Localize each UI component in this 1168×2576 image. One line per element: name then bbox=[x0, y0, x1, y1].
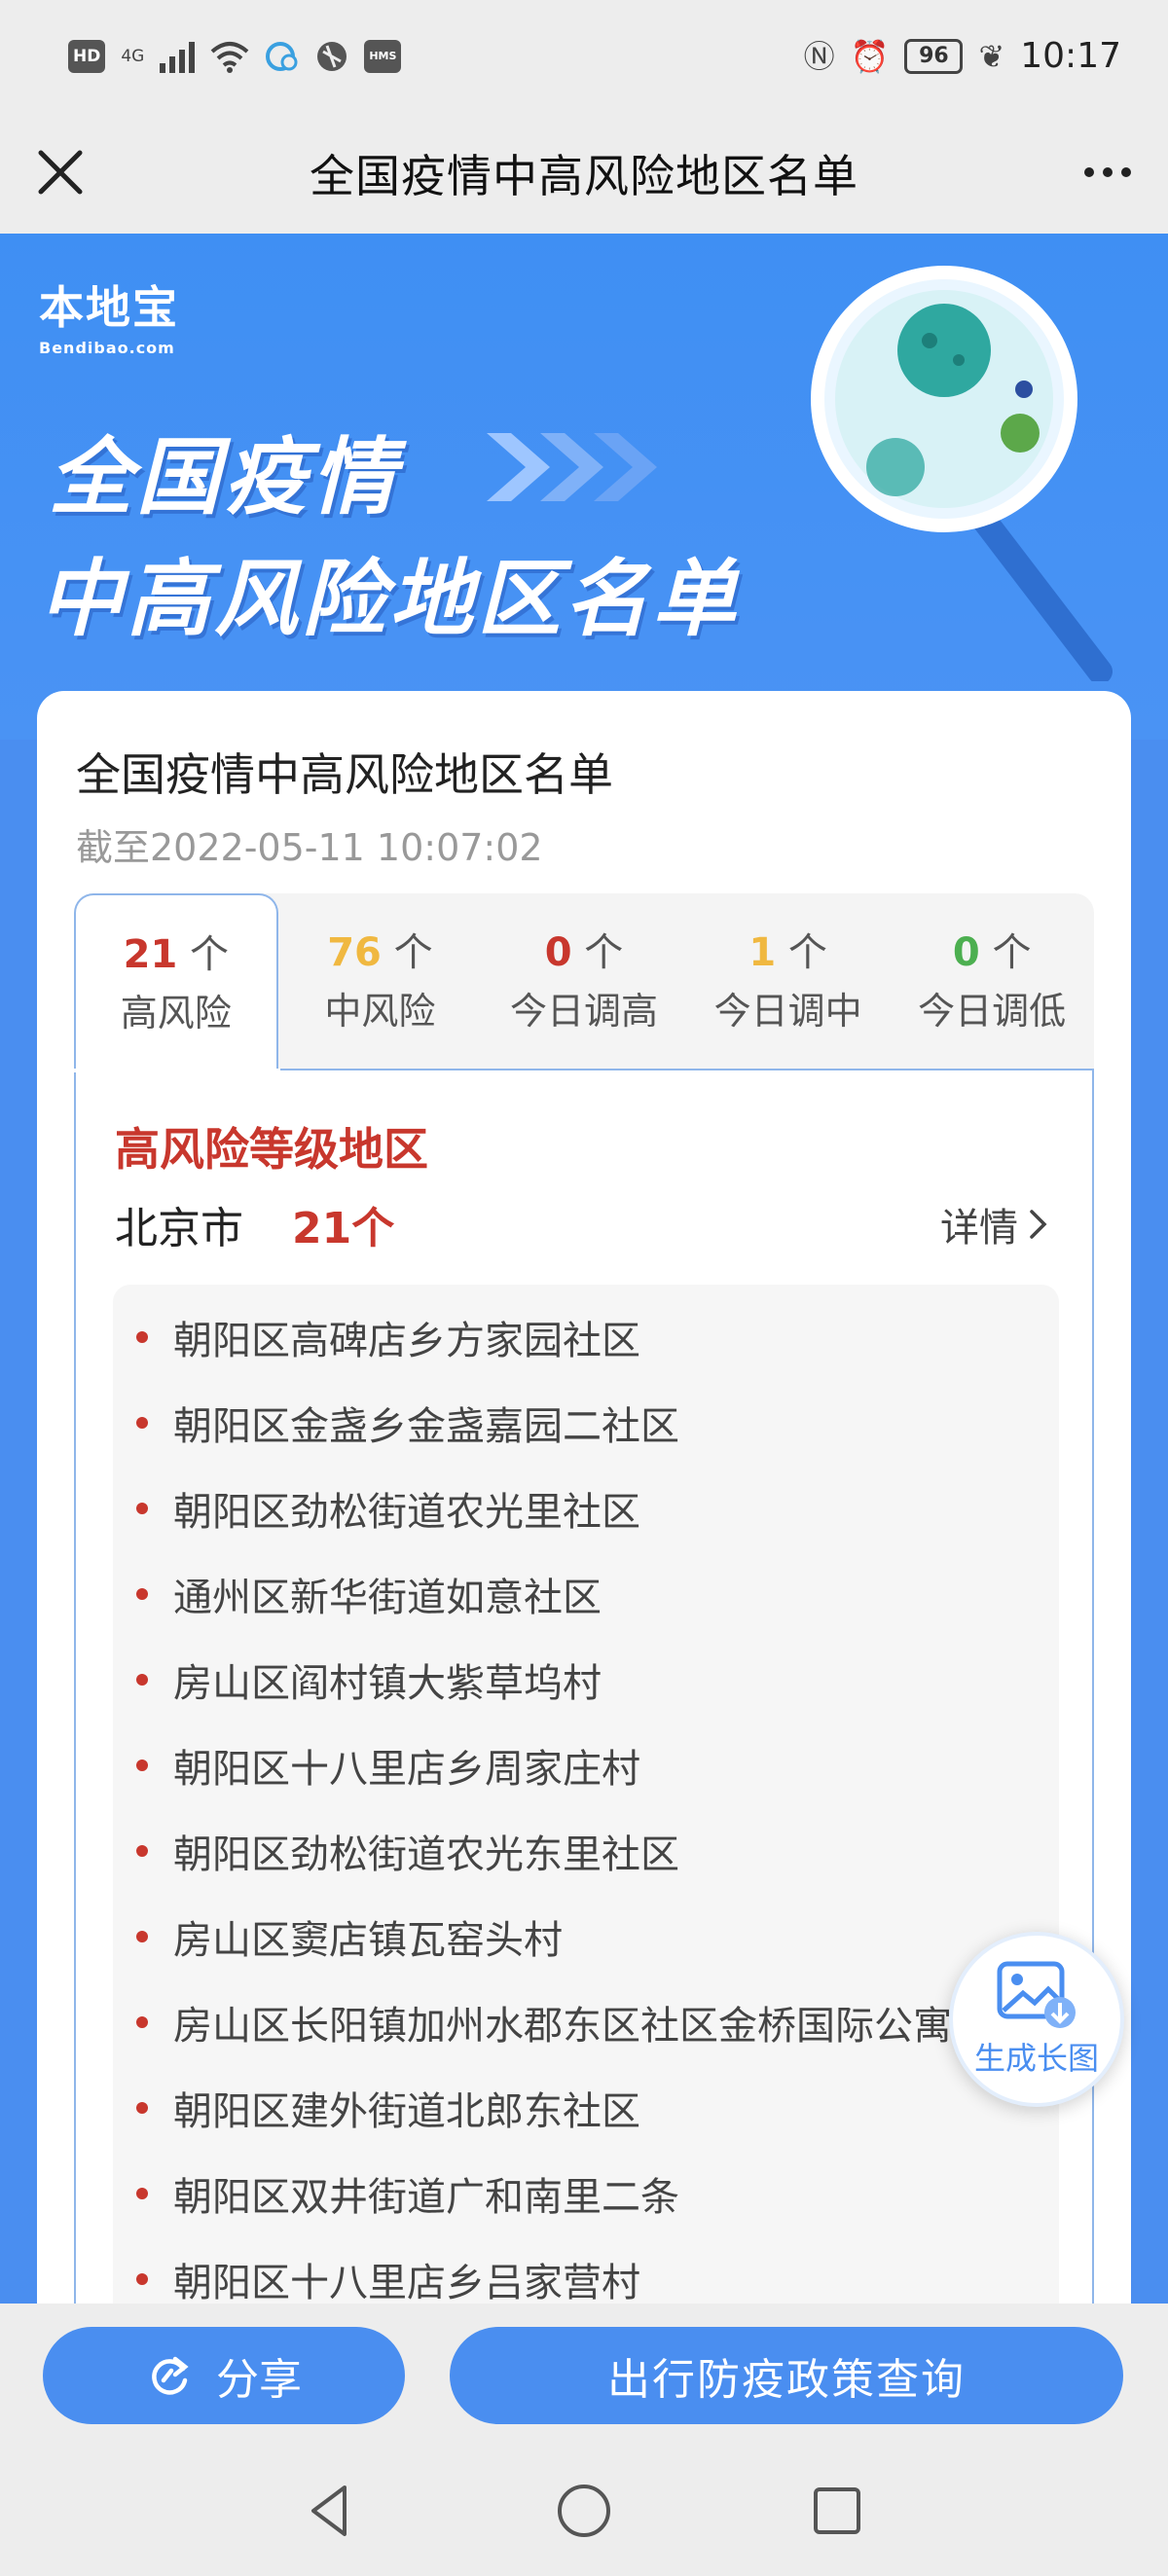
banner: 本地宝 Bendibao.com 全国疫情 中高风险地区名单 bbox=[0, 234, 1168, 740]
list-item: 房山区长阳镇加州水郡东区社区金桥国际公寓 bbox=[113, 1979, 1059, 2065]
status-right: Ⓝ ⏰ 96 ❦ 10:17 bbox=[804, 36, 1121, 76]
list-item: 房山区窦店镇瓦窑头村 bbox=[113, 1894, 1059, 1979]
list-item: 通州区新华街道如意社区 bbox=[113, 1551, 1059, 1637]
recents-nav-icon[interactable] bbox=[808, 2482, 866, 2540]
nfc-icon: Ⓝ bbox=[803, 37, 835, 75]
travel-policy-button[interactable]: 出行防疫政策查询 bbox=[450, 2327, 1123, 2424]
hms-icon: HMS bbox=[364, 39, 402, 73]
level-title: 高风险等级地区 bbox=[115, 1123, 428, 1176]
list-item: 朝阳区高碑店乡方家园社区 bbox=[113, 1294, 1059, 1380]
more-options-icon[interactable] bbox=[1077, 141, 1139, 203]
list-item: 朝阳区劲松街道农光东里社区 bbox=[113, 1808, 1059, 1894]
update-time: 截至2022-05-11 10:07:02 bbox=[76, 826, 543, 869]
banner-headline-2: 中高风险地区名单 bbox=[39, 551, 740, 648]
battery-icon: 96 bbox=[904, 38, 964, 74]
city-name: 北京市 bbox=[115, 1204, 243, 1253]
tab-medium-risk[interactable]: 76 个 中风险 bbox=[278, 893, 483, 1070]
list-item: 朝阳区十八里店乡吕家营村 bbox=[113, 2236, 1059, 2304]
chevrons-decoration-icon bbox=[487, 433, 657, 501]
leaf-icon: ❦ bbox=[978, 37, 1005, 75]
details-link[interactable]: 详情 bbox=[940, 1195, 1049, 1253]
share-button[interactable]: 分享 bbox=[43, 2327, 405, 2424]
hd-badge: HD bbox=[68, 39, 106, 73]
city-count: 21个 bbox=[292, 1204, 395, 1253]
share-label: 分享 bbox=[216, 2355, 302, 2405]
risk-tabs: 21 个 高风险 76 个 中风险 0 个 今日调高 1 个 今日调中 0 个 … bbox=[74, 893, 1094, 1072]
risk-panel: 高风险等级地区 北京市 21个 详情 朝阳区高碑店乡方家园社区 朝阳区金盏乡金盏… bbox=[74, 1069, 1094, 2304]
action-bar: 分享 出行防疫政策查询 bbox=[0, 2304, 1168, 2445]
page-title: 全国疫情中高风险地区名单 bbox=[310, 149, 858, 202]
signal-icon bbox=[160, 40, 196, 73]
alarm-icon: ⏰ bbox=[850, 37, 890, 75]
tab-high-risk[interactable]: 21 个 高风险 bbox=[74, 893, 278, 1072]
chat-app-icon bbox=[266, 41, 298, 71]
clock: 10:17 bbox=[1020, 36, 1121, 76]
home-nav-icon[interactable] bbox=[555, 2482, 613, 2540]
network-type: 4G bbox=[121, 46, 145, 66]
list-item: 朝阳区金盏乡金盏嘉园二社区 bbox=[113, 1380, 1059, 1466]
share-icon bbox=[152, 2356, 189, 2395]
area-list: 朝阳区高碑店乡方家园社区 朝阳区金盏乡金盏嘉园二社区 朝阳区劲松街道农光里社区 … bbox=[113, 1285, 1059, 2304]
list-item: 房山区阎村镇大紫草坞村 bbox=[113, 1637, 1059, 1723]
magnifier-virus-illustration bbox=[811, 266, 1113, 681]
title-bar: 全国疫情中高风险地区名单 bbox=[0, 112, 1168, 234]
tab-lowered-today[interactable]: 0 个 今日调低 bbox=[890, 893, 1094, 1070]
generate-long-image-button[interactable]: 生成长图 bbox=[949, 1932, 1124, 2107]
app-notification-icon bbox=[317, 41, 347, 71]
city-row: 北京市 21个 详情 bbox=[115, 1195, 1049, 1253]
list-item: 朝阳区双井街道广和南里二条 bbox=[113, 2151, 1059, 2236]
travel-policy-label: 出行防疫政策查询 bbox=[607, 2355, 966, 2405]
status-bar: HD 4G HMS Ⓝ ⏰ 96 ❦ 10:17 bbox=[0, 0, 1168, 112]
close-icon[interactable] bbox=[29, 141, 91, 203]
wifi-icon bbox=[211, 41, 249, 73]
tab-adjusted-medium-today[interactable]: 1 个 今日调中 bbox=[686, 893, 891, 1070]
bendibao-logo: 本地宝 Bendibao.com bbox=[39, 281, 179, 357]
chevron-right-icon bbox=[1030, 1210, 1047, 1239]
tab-raised-today[interactable]: 0 个 今日调高 bbox=[482, 893, 686, 1070]
list-item: 朝阳区劲松街道农光里社区 bbox=[113, 1466, 1059, 1551]
image-download-icon bbox=[997, 1961, 1076, 2028]
system-nav-bar bbox=[0, 2445, 1168, 2576]
status-left: HD 4G HMS bbox=[68, 39, 402, 74]
list-item: 朝阳区十八里店乡周家庄村 bbox=[113, 1723, 1059, 1808]
back-nav-icon[interactable] bbox=[302, 2482, 360, 2540]
generate-long-image-label: 生成长图 bbox=[973, 2040, 1099, 2077]
card-title: 全国疫情中高风险地区名单 bbox=[76, 748, 613, 801]
banner-headline-1: 全国疫情 bbox=[49, 429, 399, 526]
list-item: 朝阳区建外街道北郎东社区 bbox=[113, 2065, 1059, 2151]
